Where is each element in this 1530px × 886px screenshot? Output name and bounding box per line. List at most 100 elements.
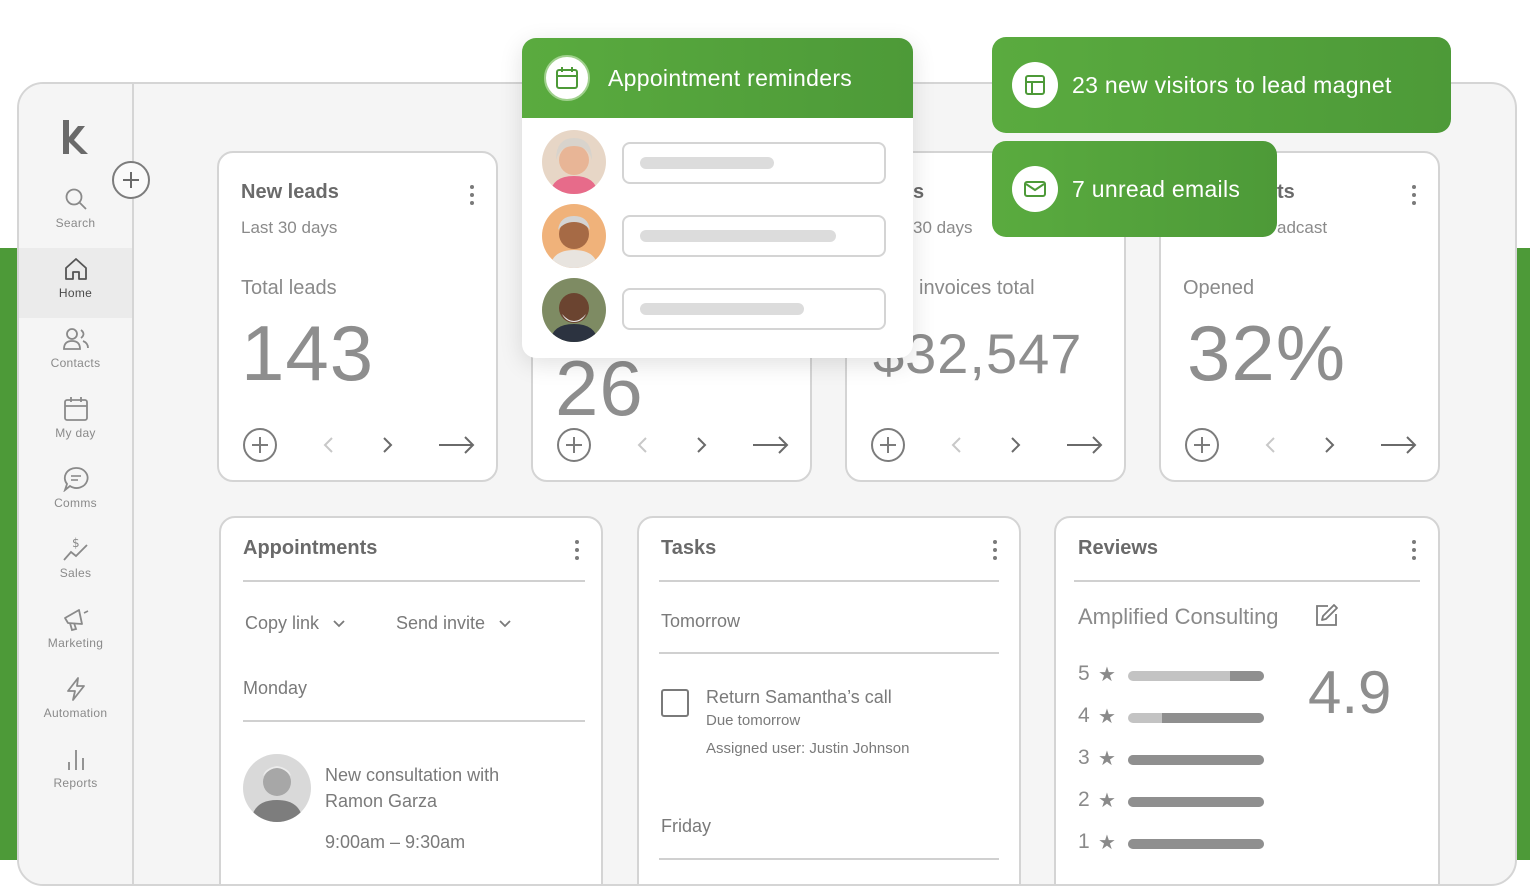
rating-bar-fill <box>1162 713 1264 723</box>
sidebar-item-home[interactable]: Home <box>19 248 132 318</box>
sidebar-item-label: Automation <box>43 706 108 720</box>
task-checkbox[interactable] <box>661 689 689 717</box>
rating-bar-track <box>1128 797 1264 807</box>
quick-add-button[interactable] <box>112 161 150 199</box>
metric-value: 143 <box>241 309 375 397</box>
star-icon: ★ <box>1098 706 1116 728</box>
card-title: Tasks <box>661 537 717 559</box>
sidebar-item-sales[interactable]: $ Sales <box>19 528 132 598</box>
chevron-left-icon[interactable] <box>1263 426 1279 464</box>
reminder-placeholder[interactable] <box>622 288 886 330</box>
card-title: New leads <box>241 181 339 203</box>
chevron-right-icon[interactable] <box>379 426 395 464</box>
divider <box>659 580 999 582</box>
sidebar-item-label: Home <box>58 286 93 300</box>
new-leads-card: New leads Last 30 days Total leads 143 <box>217 151 498 482</box>
divider <box>243 580 585 582</box>
keap-logo <box>63 120 88 154</box>
more-options-icon[interactable] <box>1412 185 1418 209</box>
task-title[interactable]: Return Samantha’s call <box>706 687 892 708</box>
sidebar-item-label: Search <box>55 216 96 230</box>
star-icon: ★ <box>1098 790 1116 812</box>
rating-bar-track <box>1128 755 1264 765</box>
chevron-down-icon <box>499 620 511 628</box>
sidebar-item-comms[interactable]: Comms <box>19 458 132 528</box>
visitors-notification[interactable]: 23 new visitors to lead magnet <box>992 37 1451 133</box>
average-rating: 4.9 <box>1308 659 1392 726</box>
add-icon[interactable] <box>1183 426 1221 464</box>
more-options-icon[interactable] <box>993 540 999 564</box>
arrow-right-icon[interactable] <box>1065 426 1105 464</box>
copy-link-label: Copy link <box>245 613 320 633</box>
sidebar-item-marketing[interactable]: Marketing <box>19 598 132 668</box>
edit-icon[interactable] <box>1314 602 1340 628</box>
group-heading: Friday <box>661 816 712 836</box>
appointment-title[interactable]: New consultation with Ramon Garza <box>325 762 545 814</box>
chevron-right-icon[interactable] <box>693 426 709 464</box>
reminder-placeholder[interactable] <box>622 142 886 184</box>
plus-icon <box>123 172 139 188</box>
rating-bar-track <box>1128 839 1264 849</box>
rating-bar-track <box>1128 671 1264 681</box>
mail-icon <box>1024 181 1046 197</box>
popup-header: Appointment reminders <box>522 38 913 118</box>
chevron-left-icon[interactable] <box>949 426 965 464</box>
rating-bar-fill <box>1128 797 1264 807</box>
add-icon[interactable] <box>869 426 907 464</box>
rating-bar-fill <box>1128 839 1264 849</box>
rating-star-count: 3 <box>1078 746 1090 769</box>
sidebar-item-label: Comms <box>54 496 97 510</box>
task-due: Due tomorrow <box>706 712 801 729</box>
calendar-icon <box>556 67 578 89</box>
sidebar-item-automation[interactable]: Automation <box>19 668 132 738</box>
metric-label: invoices total <box>919 277 1035 299</box>
reminder-placeholder[interactable] <box>622 215 886 257</box>
sidebar-item-reports[interactable]: Reports <box>19 738 132 808</box>
rating-bar-fill <box>1230 671 1264 681</box>
add-icon[interactable] <box>555 426 593 464</box>
card-title: s <box>913 181 925 203</box>
add-icon[interactable] <box>241 426 279 464</box>
metric-label: Opened <box>1183 277 1255 299</box>
copy-link-dropdown[interactable]: Copy link <box>245 613 346 634</box>
send-invite-label: Send invite <box>396 613 486 633</box>
notification-text: 7 unread emails <box>1072 175 1241 202</box>
appointment-time: 9:00am – 9:30am <box>325 832 466 852</box>
arrow-right-icon[interactable] <box>751 426 791 464</box>
avatar <box>243 754 311 822</box>
avatar <box>542 130 606 194</box>
popup-title: Appointment reminders <box>608 64 853 91</box>
sidebar-item-my-day[interactable]: My day <box>19 388 132 458</box>
avatar <box>542 278 606 342</box>
sidebar: Search Home Contacts My day Comms $ Sale… <box>19 84 134 884</box>
contacts-icon <box>62 328 89 350</box>
more-options-icon[interactable] <box>575 540 581 564</box>
emails-notification[interactable]: 7 unread emails <box>992 141 1277 237</box>
card-subtitle: Last 30 days <box>241 218 338 237</box>
chevron-left-icon[interactable] <box>635 426 651 464</box>
chevron-right-icon[interactable] <box>1321 426 1337 464</box>
sidebar-item-label: Reports <box>53 776 98 790</box>
divider <box>1074 580 1420 582</box>
sidebar-item-label: Contacts <box>50 356 101 370</box>
sidebar-item-label: Marketing <box>47 636 104 650</box>
send-invite-dropdown[interactable]: Send invite <box>396 613 512 634</box>
chevron-right-icon[interactable] <box>1007 426 1023 464</box>
sidebar-item-label: Sales <box>59 566 92 580</box>
more-options-icon[interactable] <box>1412 540 1418 564</box>
home-icon <box>64 258 87 280</box>
appointments-card: Appointments Copy link Send invite Monda… <box>219 516 603 884</box>
arrow-right-icon[interactable] <box>437 426 477 464</box>
sidebar-item-contacts[interactable]: Contacts <box>19 318 132 388</box>
arrow-right-icon[interactable] <box>1379 426 1419 464</box>
chevron-left-icon[interactable] <box>321 426 337 464</box>
svg-text:$: $ <box>72 536 80 550</box>
card-title: Appointments <box>243 537 378 559</box>
star-icon: ★ <box>1098 748 1116 770</box>
more-options-icon[interactable] <box>470 185 476 209</box>
chat-icon <box>62 467 88 492</box>
card-title: Reviews <box>1078 537 1159 559</box>
divider <box>243 720 585 722</box>
card-subtitle: 30 days <box>913 218 973 237</box>
layout-icon <box>1025 75 1045 95</box>
